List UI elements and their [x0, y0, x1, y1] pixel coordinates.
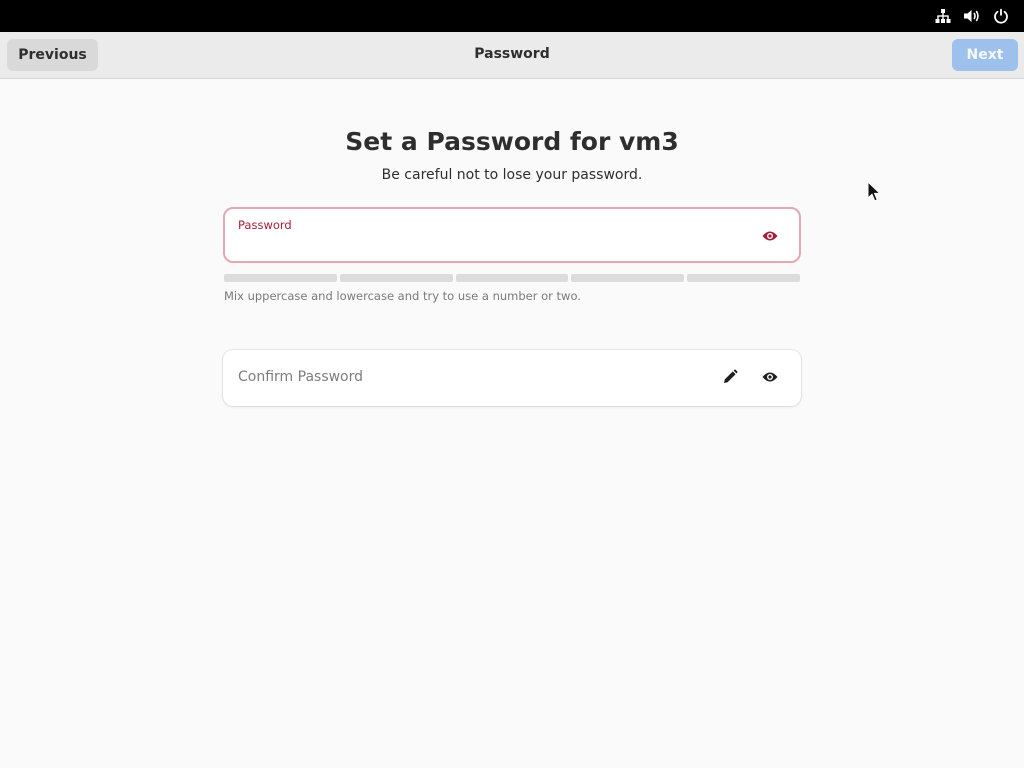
password-hint: Mix uppercase and lowercase and try to u…	[224, 289, 581, 303]
confirm-password-field[interactable]: Confirm Password	[223, 350, 801, 406]
strength-segment	[339, 274, 453, 282]
system-tray[interactable]	[934, 7, 1010, 25]
mouse-pointer-icon	[867, 180, 882, 203]
eye-icon[interactable]	[761, 227, 779, 245]
page-title: Password	[474, 46, 550, 62]
network-icon[interactable]	[934, 7, 952, 25]
pencil-icon[interactable]	[721, 368, 739, 386]
volume-icon[interactable]	[963, 7, 981, 25]
password-field-label: Password	[238, 218, 292, 232]
main-heading: Set a Password for vm3	[345, 127, 679, 156]
top-bar	[0, 0, 1024, 32]
header-bar: Previous Password Next	[0, 32, 1024, 79]
strength-segment	[224, 274, 337, 282]
confirm-password-placeholder: Confirm Password	[238, 369, 364, 385]
eye-icon[interactable]	[761, 368, 779, 386]
password-field[interactable]: Password	[223, 207, 801, 263]
next-button[interactable]: Next	[952, 39, 1018, 71]
strength-segment	[687, 274, 800, 282]
strength-segment	[455, 274, 569, 282]
password-strength-meter	[224, 274, 800, 282]
power-icon[interactable]	[992, 7, 1010, 25]
strength-segment	[571, 274, 685, 282]
